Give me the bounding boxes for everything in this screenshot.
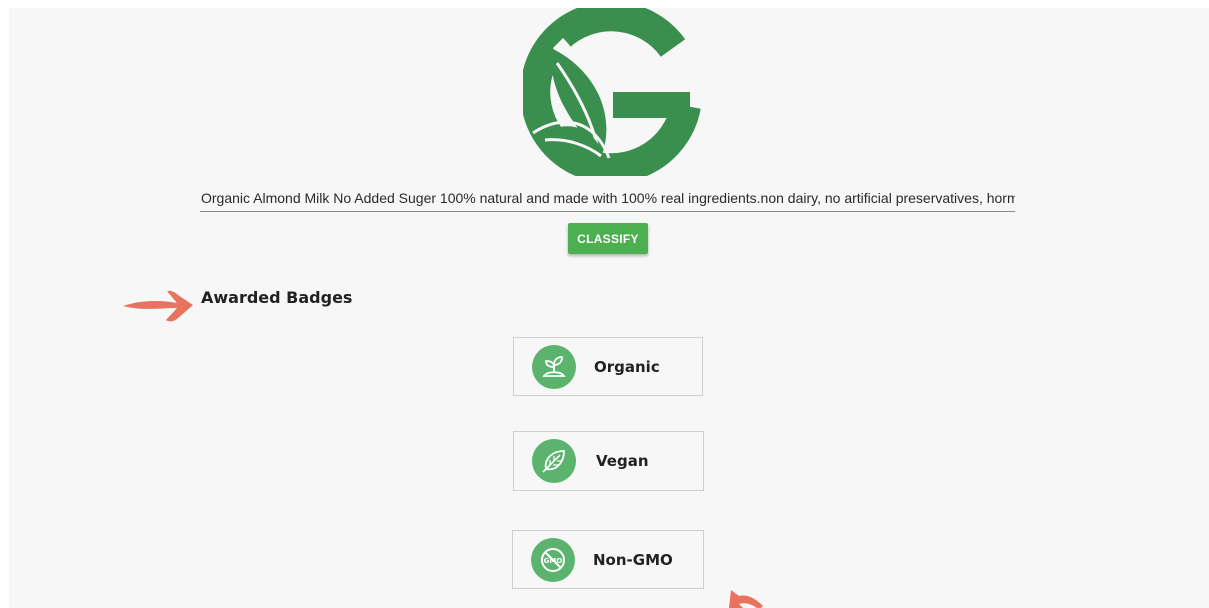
brand-logo (523, 8, 701, 176)
badge-non-gmo: GMO Non-GMO (512, 530, 704, 589)
g-leaf-logo-icon (523, 8, 701, 176)
annotation-arrow-icon (729, 590, 763, 608)
badge-organic: Organic (513, 337, 703, 396)
sprout-icon (532, 344, 576, 389)
awarded-badges-heading: Awarded Badges (201, 288, 353, 307)
badge-label: Non-GMO (593, 550, 673, 569)
product-description-input[interactable] (200, 184, 1015, 212)
no-gmo-icon: GMO (531, 537, 575, 582)
badge-label: Organic (594, 357, 660, 376)
leaf-icon (532, 439, 576, 483)
badge-label: Vegan (596, 452, 649, 470)
classify-button[interactable]: CLASSIFY (568, 223, 648, 254)
badge-vegan: Vegan (513, 431, 704, 491)
svg-text:GMO: GMO (544, 557, 563, 565)
page: CLASSIFY Awarded Badges Organic Vegan (9, 8, 1209, 608)
annotation-arrow-icon (123, 290, 193, 322)
